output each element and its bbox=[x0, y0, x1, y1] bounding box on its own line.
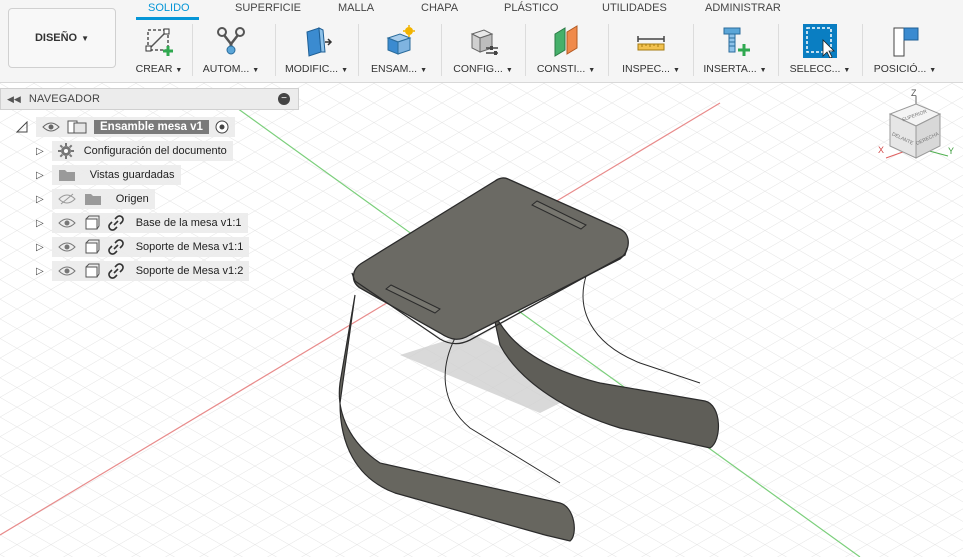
component-icon bbox=[85, 239, 100, 254]
component-icon bbox=[85, 263, 100, 278]
tool-insert-label: INSERTA... bbox=[703, 63, 757, 75]
viewcube-graphic: SUPERIOR DELANTE DERECHA bbox=[885, 96, 949, 159]
link-icon bbox=[107, 263, 124, 279]
collapse-panel-icon[interactable]: ◀◀ bbox=[7, 94, 21, 105]
tool-modify-label: MODIFIC... bbox=[285, 63, 339, 75]
create-sketch-icon bbox=[145, 28, 173, 56]
tree-item-label: Base de la mesa v1:1 bbox=[135, 217, 242, 229]
component-icon bbox=[85, 215, 100, 230]
axis-x-label: X bbox=[878, 145, 885, 155]
modify-icon bbox=[306, 27, 333, 57]
tree-root-row[interactable]: Ensamble mesa v1 bbox=[16, 117, 235, 137]
folder-icon bbox=[58, 170, 75, 181]
tree-item-label: Configuración del documento bbox=[83, 145, 227, 157]
tool-construct-label: CONSTI... bbox=[536, 63, 586, 75]
navigator-title: NAVEGADOR bbox=[28, 93, 101, 105]
tool-inspect-label: INSPEC... bbox=[622, 63, 670, 75]
tab-malla[interactable]: MALLA bbox=[338, 2, 374, 14]
eye-icon[interactable] bbox=[42, 121, 60, 133]
tree-item-label: Origen bbox=[115, 193, 149, 205]
eye-icon[interactable] bbox=[57, 217, 76, 229]
assembly-icon bbox=[67, 120, 87, 134]
tree-item-saved-views[interactable]: ▷ Vistas guardadas bbox=[36, 165, 181, 185]
gear-icon bbox=[57, 143, 74, 159]
expand-triangle-icon[interactable]: ▷ bbox=[36, 266, 44, 277]
tree-item-label: Soporte de Mesa v1:2 bbox=[135, 265, 244, 277]
tool-inspect[interactable]: INSPEC... ▼ bbox=[618, 20, 684, 80]
tree-item-table-support-2[interactable]: ▷ Soporte de Mesa v1:2 bbox=[36, 261, 250, 281]
tab-plastico[interactable]: PLÁSTICO bbox=[504, 2, 558, 14]
tool-insert[interactable]: INSERTA... ▼ bbox=[702, 20, 768, 80]
configure-icon bbox=[470, 29, 498, 55]
minimize-icon[interactable]: − bbox=[278, 93, 290, 105]
tool-create[interactable]: CREAR ▼ bbox=[132, 20, 186, 80]
tab-chapa[interactable]: CHAPA bbox=[421, 2, 458, 14]
viewcube[interactable]: SUPERIOR DELANTE DERECHA Z X Y bbox=[876, 88, 956, 168]
root-component-label: Ensamble mesa v1 bbox=[94, 120, 209, 134]
eye-hidden-icon[interactable] bbox=[57, 193, 76, 205]
tool-configure[interactable]: CONFIG... ▼ bbox=[452, 20, 514, 80]
tool-modify[interactable]: MODIFIC... ▼ bbox=[285, 20, 348, 80]
ribbon-toolbar: DISEÑO ▼ SOLIDO SUPERFICIE MALLA CHAPA P… bbox=[0, 0, 963, 83]
navigator-header[interactable]: ◀◀ NAVEGADOR − bbox=[0, 88, 299, 110]
tab-solido[interactable]: SOLIDO bbox=[148, 2, 190, 14]
expanded-triangle-icon[interactable] bbox=[16, 121, 28, 133]
insert-icon bbox=[723, 27, 750, 56]
axis-z-label: Z bbox=[911, 88, 917, 98]
link-icon bbox=[107, 239, 124, 255]
eye-icon[interactable] bbox=[57, 265, 76, 277]
axis-y-label: Y bbox=[948, 146, 955, 156]
inspect-ruler-icon bbox=[637, 36, 665, 51]
folder-icon bbox=[84, 194, 101, 205]
tree-item-document-settings[interactable]: ▷ Configuración del documento bbox=[36, 141, 233, 161]
position-icon bbox=[893, 27, 919, 57]
tool-create-label: CREAR bbox=[135, 63, 173, 75]
expand-triangle-icon[interactable]: ▷ bbox=[36, 194, 44, 205]
tool-construct[interactable]: CONSTI... ▼ bbox=[535, 20, 597, 80]
tool-assemble[interactable]: ENSAM... ▼ bbox=[368, 20, 430, 80]
tool-select[interactable]: SELECC... ▼ bbox=[788, 20, 852, 80]
tool-position-label: POSICIÓ... bbox=[873, 63, 927, 75]
expand-triangle-icon[interactable]: ▷ bbox=[36, 146, 44, 157]
tool-assemble-label: ENSAM... bbox=[370, 63, 418, 75]
eye-icon[interactable] bbox=[57, 241, 76, 253]
automate-icon bbox=[217, 27, 245, 55]
tree-item-origin[interactable]: ▷ Origen bbox=[36, 189, 155, 209]
link-icon bbox=[107, 215, 124, 231]
tree-item-table-base[interactable]: ▷ Base de la mesa v1:1 bbox=[36, 213, 248, 233]
expand-triangle-icon[interactable]: ▷ bbox=[36, 170, 44, 181]
assemble-icon bbox=[386, 25, 415, 55]
expand-triangle-icon[interactable]: ▷ bbox=[36, 218, 44, 229]
tree-item-label: Soporte de Mesa v1:1 bbox=[135, 241, 244, 253]
construct-icon bbox=[554, 25, 578, 57]
tool-automate-label: AUTOM... bbox=[202, 63, 250, 75]
select-icon bbox=[803, 24, 837, 58]
activate-radio-icon[interactable] bbox=[215, 120, 229, 134]
workspace-label: DISEÑO bbox=[34, 32, 78, 44]
tool-position[interactable]: POSICIÓ... ▼ bbox=[872, 20, 938, 80]
tool-select-label: SELECC... bbox=[789, 63, 841, 75]
expand-triangle-icon[interactable]: ▷ bbox=[36, 242, 44, 253]
workspace-dropdown[interactable]: DISEÑO ▼ bbox=[8, 8, 116, 68]
tool-configure-label: CONFIG... bbox=[453, 63, 503, 75]
tab-superficie[interactable]: SUPERFICIE bbox=[235, 2, 301, 14]
tool-automate[interactable]: AUTOM... ▼ bbox=[200, 20, 262, 80]
tree-item-label: Vistas guardadas bbox=[89, 169, 175, 181]
tree-item-table-support-1[interactable]: ▷ Soporte de Mesa v1:1 bbox=[36, 237, 250, 257]
chevron-down-icon: ▼ bbox=[81, 33, 90, 43]
tab-administrar[interactable]: ADMINISTRAR bbox=[705, 2, 781, 14]
tab-utilidades[interactable]: UTILIDADES bbox=[602, 2, 667, 14]
